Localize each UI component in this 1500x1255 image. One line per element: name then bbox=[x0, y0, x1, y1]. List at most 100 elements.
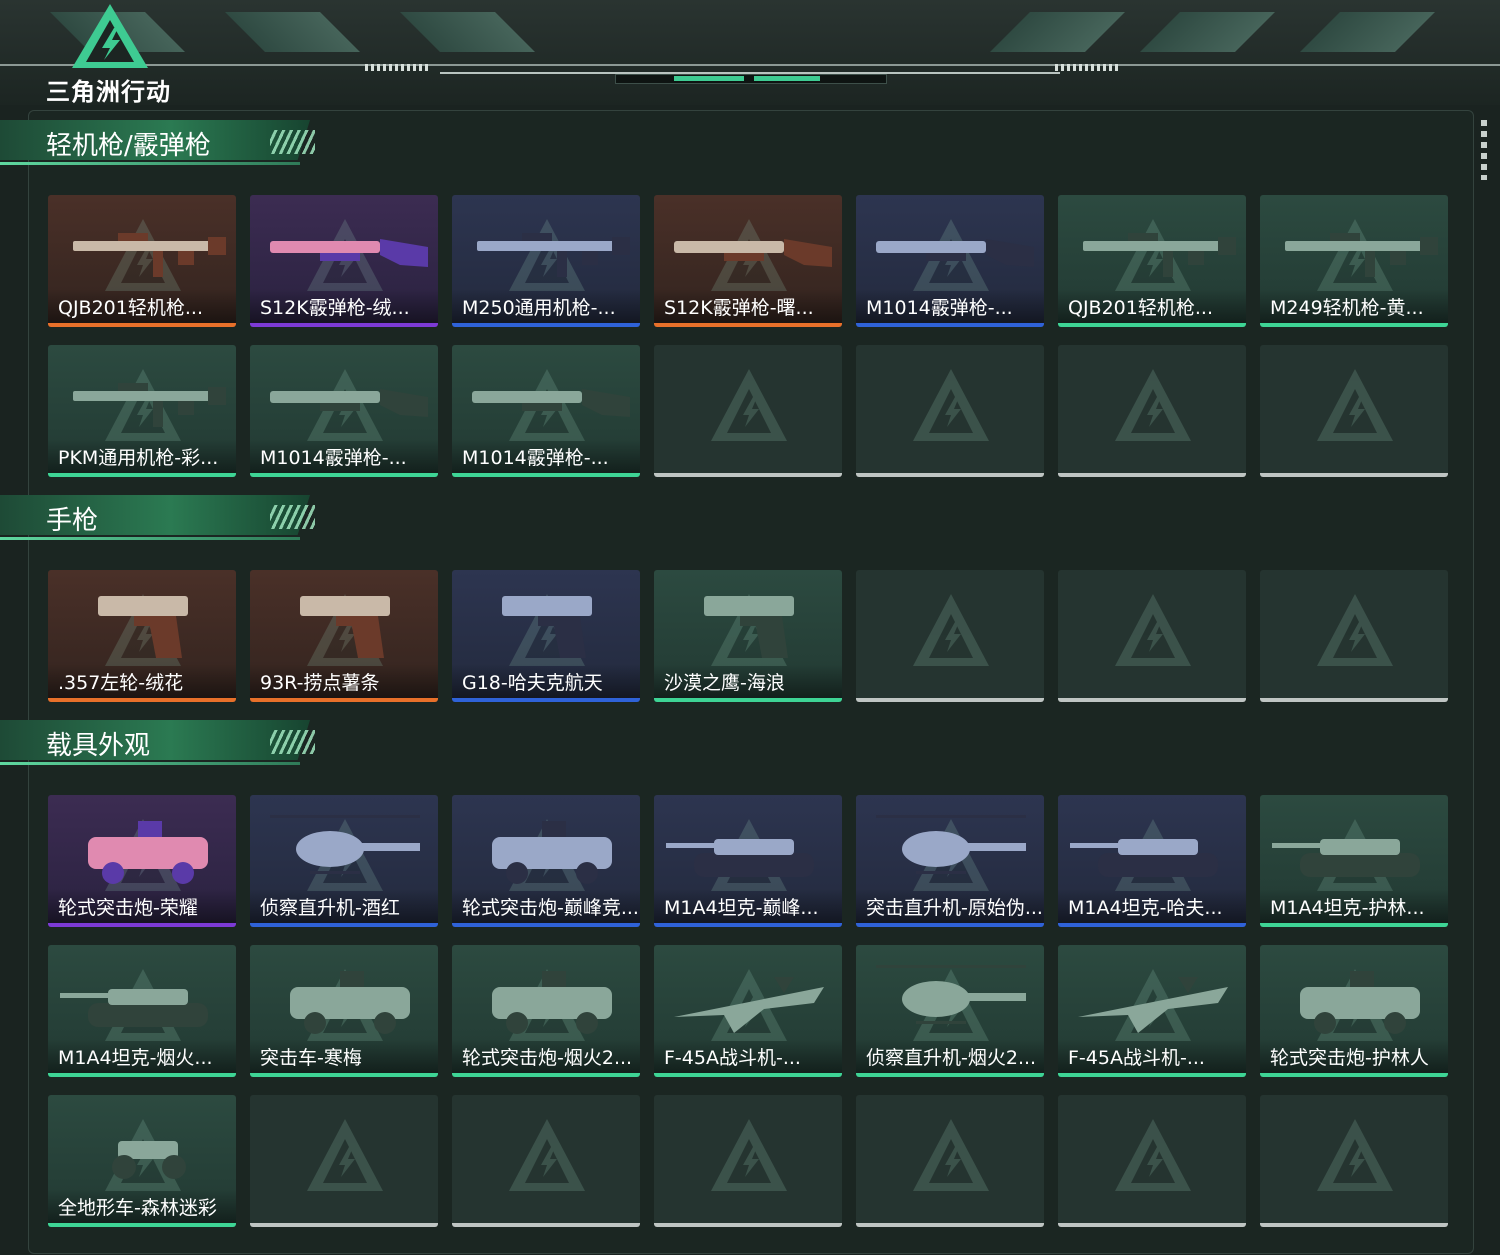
section-header: 载具外观 bbox=[0, 720, 330, 772]
skin-tile[interactable]: 沙漠之鹰-海浪 bbox=[654, 570, 842, 702]
skin-name: M250通用机枪-... bbox=[452, 289, 640, 323]
slash-decoration-icon bbox=[270, 730, 315, 754]
skin-tile[interactable]: QJB201轻机枪... bbox=[48, 195, 236, 327]
empty-slot bbox=[452, 1095, 640, 1227]
delta-watermark-icon bbox=[1115, 1119, 1191, 1191]
pistol-icon bbox=[98, 596, 188, 658]
pistol-icon bbox=[704, 596, 794, 658]
skin-tile[interactable]: .357左轮-绒花 bbox=[48, 570, 236, 702]
skin-tile[interactable]: M1A4坦克-烟火... bbox=[48, 945, 236, 1077]
jet-icon bbox=[1078, 977, 1228, 1033]
section-title: 手枪 bbox=[46, 506, 99, 536]
skin-tile[interactable]: G18-哈夫克航天 bbox=[452, 570, 640, 702]
delta-watermark-icon bbox=[913, 594, 989, 666]
empty-slot bbox=[1058, 345, 1246, 477]
skin-tile[interactable]: M1A4坦克-护林... bbox=[1260, 795, 1448, 927]
skin-name: 侦察直升机-酒红 bbox=[250, 889, 438, 923]
skin-tile[interactable]: 侦察直升机-酒红 bbox=[250, 795, 438, 927]
skin-tile[interactable]: M1A4坦克-巅峰... bbox=[654, 795, 842, 927]
section-title: 载具外观 bbox=[46, 731, 151, 761]
rifle-icon bbox=[477, 233, 630, 277]
skin-tile[interactable]: 轮式突击炮-荣耀 bbox=[48, 795, 236, 927]
skin-tile[interactable]: S12K霰弹枪-绒... bbox=[250, 195, 438, 327]
pistol-icon bbox=[502, 596, 592, 658]
skin-tile[interactable]: M1A4坦克-哈夫... bbox=[1058, 795, 1246, 927]
skin-name: .357左轮-绒花 bbox=[48, 664, 236, 698]
delta-watermark-icon bbox=[711, 1119, 787, 1191]
skin-tile[interactable]: F-45A战斗机-... bbox=[1058, 945, 1246, 1077]
skin-tile[interactable]: QJB201轻机枪... bbox=[1058, 195, 1246, 327]
skin-tile[interactable]: 轮式突击炮-巅峰竞... bbox=[452, 795, 640, 927]
logo-text: 三角洲行动 bbox=[46, 78, 171, 106]
skin-tile[interactable]: 全地形车-森林迷彩 bbox=[48, 1095, 236, 1227]
skin-tile[interactable]: M1014霰弹枪-... bbox=[452, 345, 640, 477]
armored-car-icon bbox=[492, 821, 612, 884]
skin-tile[interactable]: PKM通用机枪-彩... bbox=[48, 345, 236, 477]
skin-name: 突击直升机-原始伪... bbox=[856, 889, 1044, 923]
skin-tile[interactable]: M1014霰弹枪-... bbox=[856, 195, 1044, 327]
delta-watermark-icon bbox=[1317, 1119, 1393, 1191]
header-stripe bbox=[225, 12, 360, 52]
skin-tile[interactable]: M1014霰弹枪-... bbox=[250, 345, 438, 477]
skin-name: PKM通用机枪-彩... bbox=[48, 439, 236, 473]
skin-name: 轮式突击炮-烟火2... bbox=[452, 1039, 640, 1073]
delta-watermark-icon bbox=[307, 1119, 383, 1191]
skin-tile[interactable]: 突击车-寒梅 bbox=[250, 945, 438, 1077]
shotgun-icon bbox=[270, 239, 428, 267]
skin-name: 侦察直升机-烟火2... bbox=[856, 1039, 1044, 1073]
top-header: 三角洲行动 bbox=[0, 0, 1500, 106]
skin-name: M249轻机枪-黄... bbox=[1260, 289, 1448, 323]
tank-icon bbox=[60, 989, 208, 1027]
shotgun-icon bbox=[876, 239, 1034, 267]
delta-watermark-icon bbox=[1115, 594, 1191, 666]
section-title: 轻机枪/霰弹枪 bbox=[46, 131, 211, 161]
tank-icon bbox=[1070, 839, 1218, 877]
skin-name: G18-哈夫克航天 bbox=[452, 664, 640, 698]
skin-name: S12K霰弹枪-曙... bbox=[654, 289, 842, 323]
section-header: 轻机枪/霰弹枪 bbox=[0, 120, 330, 172]
shotgun-icon bbox=[674, 239, 832, 267]
skin-name: F-45A战斗机-... bbox=[1058, 1039, 1246, 1073]
empty-slot bbox=[856, 345, 1044, 477]
armored-car-icon bbox=[290, 971, 410, 1034]
delta-watermark-icon bbox=[913, 369, 989, 441]
section-header: 手枪 bbox=[0, 495, 330, 547]
delta-watermark-icon bbox=[1115, 369, 1191, 441]
skin-tile[interactable]: 轮式突击炮-护林人 bbox=[1260, 945, 1448, 1077]
helicopter-icon bbox=[876, 815, 1026, 874]
skin-name: 突击车-寒梅 bbox=[250, 1039, 438, 1073]
shotgun-icon bbox=[472, 389, 630, 417]
skin-tile[interactable]: F-45A战斗机-... bbox=[654, 945, 842, 1077]
skin-name: M1014霰弹枪-... bbox=[856, 289, 1044, 323]
skin-tile[interactable]: 侦察直升机-烟火2... bbox=[856, 945, 1044, 1077]
skin-name: F-45A战斗机-... bbox=[654, 1039, 842, 1073]
skin-tile[interactable]: 突击直升机-原始伪... bbox=[856, 795, 1044, 927]
empty-slot bbox=[250, 1095, 438, 1227]
skin-name: 轮式突击炮-荣耀 bbox=[48, 889, 236, 923]
skin-tile[interactable]: M250通用机枪-... bbox=[452, 195, 640, 327]
header-hatch bbox=[365, 64, 430, 71]
slash-decoration-icon bbox=[270, 130, 315, 154]
header-stripe bbox=[1300, 12, 1435, 52]
skin-tile[interactable]: M249轻机枪-黄... bbox=[1260, 195, 1448, 327]
skin-tile[interactable]: S12K霰弹枪-曙... bbox=[654, 195, 842, 327]
jet-icon bbox=[674, 977, 824, 1033]
header-stripe bbox=[990, 12, 1125, 52]
delta-watermark-icon bbox=[913, 1119, 989, 1191]
empty-slot bbox=[1260, 345, 1448, 477]
helicopter-icon bbox=[270, 815, 420, 874]
skin-name: 93R-捞点薯条 bbox=[250, 664, 438, 698]
atv-icon bbox=[112, 1141, 186, 1179]
tank-icon bbox=[666, 839, 814, 877]
tank-icon bbox=[1272, 839, 1420, 877]
empty-slot bbox=[1058, 570, 1246, 702]
skin-name: QJB201轻机枪... bbox=[1058, 289, 1246, 323]
skin-tile[interactable]: 93R-捞点薯条 bbox=[250, 570, 438, 702]
rifle-icon bbox=[1083, 233, 1236, 277]
delta-watermark-icon bbox=[711, 369, 787, 441]
skin-tile[interactable]: 轮式突击炮-烟火2... bbox=[452, 945, 640, 1077]
scrollbar[interactable] bbox=[1481, 120, 1487, 180]
header-divider bbox=[0, 64, 1500, 66]
header-stripe bbox=[1140, 12, 1275, 52]
skin-name: M1014霰弹枪-... bbox=[250, 439, 438, 473]
